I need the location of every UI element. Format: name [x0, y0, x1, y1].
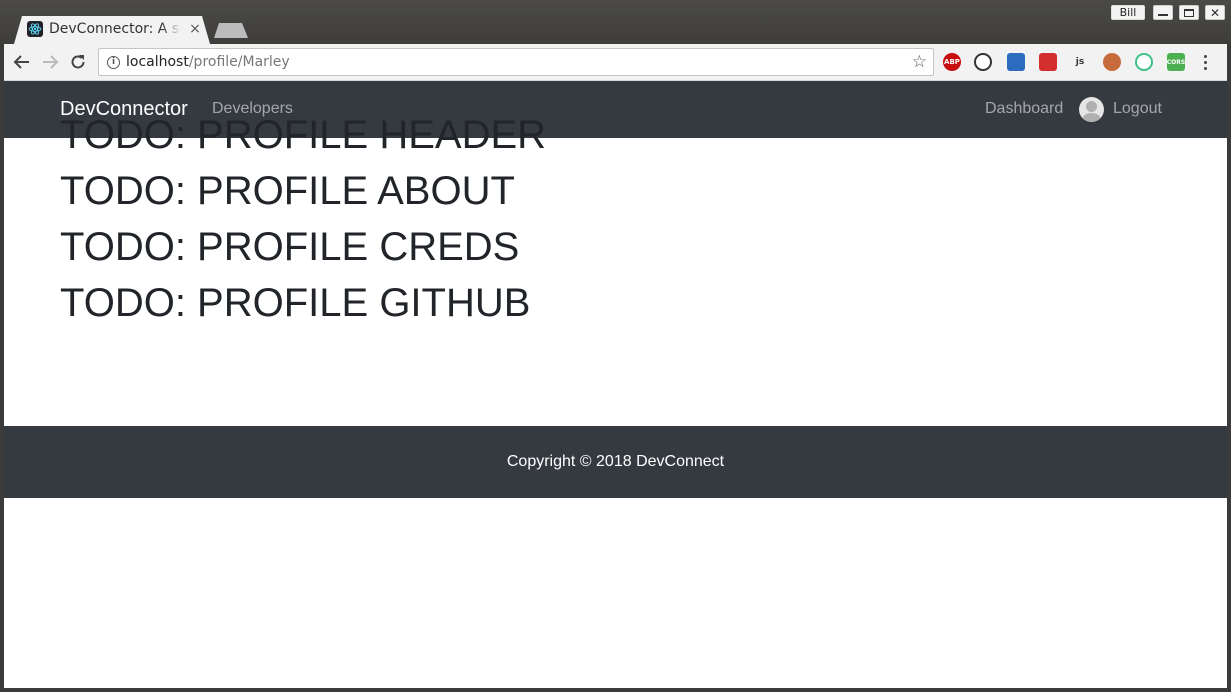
- minimize-icon: [1158, 13, 1168, 16]
- close-window-button[interactable]: ✕: [1205, 5, 1225, 20]
- close-icon: ✕: [1209, 5, 1221, 20]
- reload-icon: [71, 55, 85, 69]
- profile-user-badge[interactable]: Bill: [1111, 5, 1145, 20]
- maximize-button[interactable]: [1179, 5, 1199, 20]
- adblock-extension-icon[interactable]: ABP: [943, 53, 961, 71]
- reload-button[interactable]: [68, 52, 88, 72]
- react-favicon-icon: [27, 21, 43, 37]
- profile-github-placeholder: TODO: PROFILE GITHUB: [60, 281, 531, 325]
- tab-title: DevConnector: A social network for devel…: [49, 21, 181, 37]
- profile-about-placeholder: TODO: PROFILE ABOUT: [60, 169, 515, 213]
- maximize-icon: [1184, 8, 1194, 17]
- profile-content: TODO: PROFILE HEADER TODO: PROFILE ABOUT…: [60, 107, 1160, 331]
- redux-devtools-extension-icon[interactable]: [1039, 53, 1057, 71]
- address-bar[interactable]: i localhost/profile/Marley ☆: [98, 48, 934, 76]
- node-js-extension-icon[interactable]: js: [1071, 53, 1089, 71]
- profile-header-placeholder: TODO: PROFILE HEADER: [60, 113, 547, 157]
- cors-extension-icon[interactable]: CORS: [1167, 53, 1185, 71]
- sync-extension-icon[interactable]: [974, 53, 992, 71]
- site-footer: Copyright © 2018 DevConnect: [4, 426, 1227, 498]
- new-tab-button[interactable]: [214, 23, 248, 38]
- browser-toolbar: i localhost/profile/Marley ☆ ABP js CORS: [4, 44, 1227, 81]
- browser-menu-icon[interactable]: [1200, 53, 1210, 71]
- page-viewport: DevConnector Developers Dashboard Logout…: [4, 81, 1227, 688]
- footer-copyright: Copyright © 2018 DevConnect: [506, 453, 725, 470]
- url-text[interactable]: localhost/profile/Marley: [126, 54, 290, 70]
- bookmark-star-icon[interactable]: ☆: [912, 52, 927, 72]
- colorzilla-extension-icon[interactable]: [1007, 53, 1025, 71]
- back-button[interactable]: [12, 52, 32, 72]
- forward-button[interactable]: [40, 52, 60, 72]
- minimize-button[interactable]: [1153, 5, 1173, 20]
- info-icon[interactable]: i: [107, 56, 120, 69]
- tab-close-icon[interactable]: ×: [188, 20, 202, 38]
- monkey-extension-icon[interactable]: [1103, 53, 1121, 71]
- url-path: /profile/Marley: [188, 54, 290, 70]
- target-extension-icon[interactable]: [1135, 53, 1153, 71]
- profile-creds-placeholder: TODO: PROFILE CREDS: [60, 225, 520, 269]
- arrow-left-icon: [13, 55, 29, 69]
- arrow-right-icon: [43, 55, 59, 69]
- url-host: localhost: [126, 54, 189, 70]
